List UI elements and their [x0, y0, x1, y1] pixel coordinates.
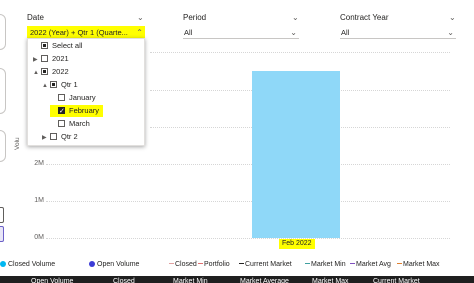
y-tick-label: 0M [34, 234, 44, 241]
legend-label: Market Min [311, 261, 346, 268]
legend-label: Open Volume [97, 261, 140, 268]
legend-label: Closed Volume [8, 261, 56, 268]
chevron-down-icon[interactable]: ⌄ [292, 12, 299, 24]
expand-arrow-icon[interactable]: ▶ [42, 132, 50, 144]
contract-year-slicer-dropdown[interactable]: All ⌄ [340, 26, 456, 39]
legend-item-closed-volume[interactable]: Closed Volume [0, 260, 55, 270]
collapse-arrow-icon[interactable]: ▲ [33, 67, 41, 79]
legend-item-closed[interactable]: Closed [169, 260, 197, 270]
gridline [46, 164, 450, 165]
gridline [46, 201, 450, 202]
period-slicer-title: Period [183, 13, 207, 22]
legend-item-market-min[interactable]: Market Min [305, 260, 346, 270]
tree-item-2021[interactable]: ▶ 2021 [33, 53, 69, 65]
legend-line-icon [239, 263, 244, 264]
legend-line-icon [350, 263, 355, 264]
tree-item-select-all[interactable]: Select all [41, 40, 82, 52]
period-slicer-dropdown[interactable]: All ⌄ [183, 26, 299, 39]
gridline [46, 238, 450, 239]
chevron-down-icon[interactable]: ⌄ [137, 12, 144, 24]
legend-item-market-max[interactable]: Market Max [397, 260, 440, 270]
checkbox[interactable] [41, 68, 48, 75]
legend-item-market-avg[interactable]: Market Avg [350, 260, 391, 270]
y-axis-label: Volu [14, 137, 21, 150]
gridline [150, 52, 450, 53]
table-header: Open Volume Closed Market Min Market Averag… [0, 276, 474, 283]
column-header[interactable]: Open Volume [31, 276, 73, 283]
contract-year-slicer-value: All [341, 28, 350, 37]
offscreen-button-2[interactable] [0, 226, 4, 242]
date-slicer: Date ⌄ 2022 (Year) + Qtr 1 (Quarte... ⌃ [27, 12, 147, 39]
checkbox[interactable] [58, 105, 65, 117]
legend-line-icon [397, 263, 402, 264]
legend-label: Portfolio [204, 261, 230, 268]
checkbox[interactable] [50, 133, 57, 140]
column-header[interactable]: Market Max [312, 276, 349, 283]
offscreen-card-1 [0, 14, 6, 50]
tree-item-qtr-2[interactable]: ▶ Qtr 2 [42, 131, 78, 143]
legend-line-icon [305, 263, 310, 264]
column-header[interactable]: Closed [113, 276, 135, 283]
checkbox[interactable] [41, 55, 48, 62]
checkbox[interactable] [41, 42, 48, 49]
offscreen-card-2 [0, 68, 6, 114]
y-tick-label: 1M [34, 197, 44, 204]
collapse-arrow-icon[interactable]: ▲ [42, 80, 50, 92]
legend-label: Market Max [403, 261, 440, 268]
tree-item-label: Select all [52, 41, 83, 50]
legend-item-open-volume[interactable]: Open Volume [89, 260, 139, 270]
date-slicer-popup: Select all▶2021▲2022▲Qtr 1JanuaryFebruar… [27, 38, 145, 146]
checkbox[interactable] [58, 94, 65, 101]
period-slicer: Period ⌄ All ⌄ [183, 12, 299, 39]
tree-item-label: Qtr 2 [61, 132, 78, 141]
date-slicer-value: 2022 (Year) + Qtr 1 (Quarte... [30, 28, 128, 37]
legend-line-icon [169, 263, 174, 264]
chevron-down-icon: ⌄ [447, 28, 454, 37]
legend-label: Market Avg [356, 261, 391, 268]
y-tick-label: 2M [34, 160, 44, 167]
contract-year-slicer: Contract Year ⌄ All ⌄ [340, 12, 456, 39]
offscreen-card-3 [0, 130, 6, 162]
bar-feb-2022[interactable] [252, 70, 340, 238]
chevron-down-icon[interactable]: ⌄ [449, 12, 456, 24]
tree-item-february[interactable]: February [50, 105, 104, 117]
legend-item-current-market[interactable]: Current Market [239, 260, 292, 270]
tree-item-label: January [69, 93, 96, 102]
legend-label: Current Market [245, 261, 292, 268]
legend-line-icon [198, 263, 203, 264]
tree-item-qtr-1[interactable]: ▲ Qtr 1 [42, 79, 78, 91]
tree-item-march[interactable]: March [50, 118, 90, 130]
tree-item-label: February [69, 106, 100, 115]
period-slicer-value: All [184, 28, 193, 37]
column-header[interactable]: Market Average [240, 276, 289, 283]
tree-item-label: Qtr 1 [61, 80, 78, 89]
legend-dot-icon [0, 261, 6, 267]
contract-year-slicer-title: Contract Year [340, 13, 389, 22]
column-header[interactable]: Current Market [373, 276, 420, 283]
checkbox[interactable] [50, 81, 57, 88]
legend-label: Closed [175, 261, 197, 268]
tree-item-label: 2022 [52, 67, 69, 76]
expand-arrow-icon[interactable]: ▶ [33, 54, 41, 66]
tree-item-label: March [69, 119, 90, 128]
date-slicer-title: Date [27, 13, 44, 22]
checkbox[interactable] [58, 120, 65, 127]
chevron-down-icon: ⌄ [290, 28, 297, 37]
tree-item-label: 2021 [52, 54, 69, 63]
tree-item-2022[interactable]: ▲ 2022 [33, 66, 69, 78]
column-header[interactable]: Market Min [173, 276, 208, 283]
tree-item-january[interactable]: January [50, 92, 96, 104]
x-tick-label: Feb 2022 [279, 239, 315, 249]
legend-dot-icon [89, 261, 95, 267]
offscreen-button-1[interactable] [0, 207, 4, 223]
legend-item-portfolio[interactable]: Portfolio [198, 260, 230, 270]
